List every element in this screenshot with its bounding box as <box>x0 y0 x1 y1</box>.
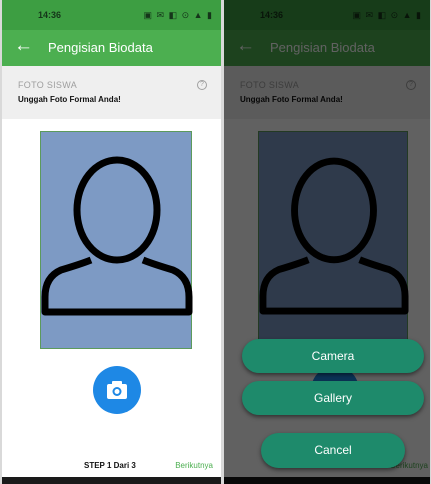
step-indicator: STEP 1 Dari 3 <box>84 461 136 470</box>
person-silhouette-icon <box>41 156 193 316</box>
photo-section-header: FOTO SISWA Unggah Foto Formal Anda! ? <box>2 66 221 119</box>
photo-placeholder[interactable] <box>40 131 193 349</box>
gallery-button[interactable]: Gallery <box>242 381 424 415</box>
page-title: Pengisian Biodata <box>48 40 153 55</box>
camera-icon <box>107 381 127 399</box>
arrow-left-icon[interactable]: ← <box>14 35 33 57</box>
help-icon[interactable]: ? <box>197 80 207 90</box>
screen-biodata-dialog: 14:36 ▣ ✉ ◧ ⊙ ▲ ▮ ← Pengisian Biodata FO… <box>224 0 430 484</box>
step-footer: STEP 1 Dari 3 Berikutnya <box>2 447 221 477</box>
section-subtitle: Unggah Foto Formal Anda! <box>18 95 121 104</box>
screen-biodata: 14:36 ▣ ✉ ◧ ⊙ ▲ ▮ ← Pengisian Biodata FO… <box>2 0 221 484</box>
app-bar: ← Pengisian Biodata <box>2 30 221 66</box>
status-bar: 14:36 ▣ ✉ ◧ ⊙ ▲ ▮ <box>2 0 221 30</box>
status-time: 14:36 <box>38 10 62 20</box>
camera-fab-button[interactable] <box>93 366 141 414</box>
section-label: FOTO SISWA <box>18 80 78 90</box>
camera-button[interactable]: Camera <box>242 339 424 373</box>
status-icons: ▣ ✉ ◧ ⊙ ▲ ▮ <box>143 10 213 20</box>
cancel-button[interactable]: Cancel <box>261 433 405 468</box>
next-button[interactable]: Berikutnya <box>175 461 213 470</box>
navigation-bar <box>2 477 221 484</box>
